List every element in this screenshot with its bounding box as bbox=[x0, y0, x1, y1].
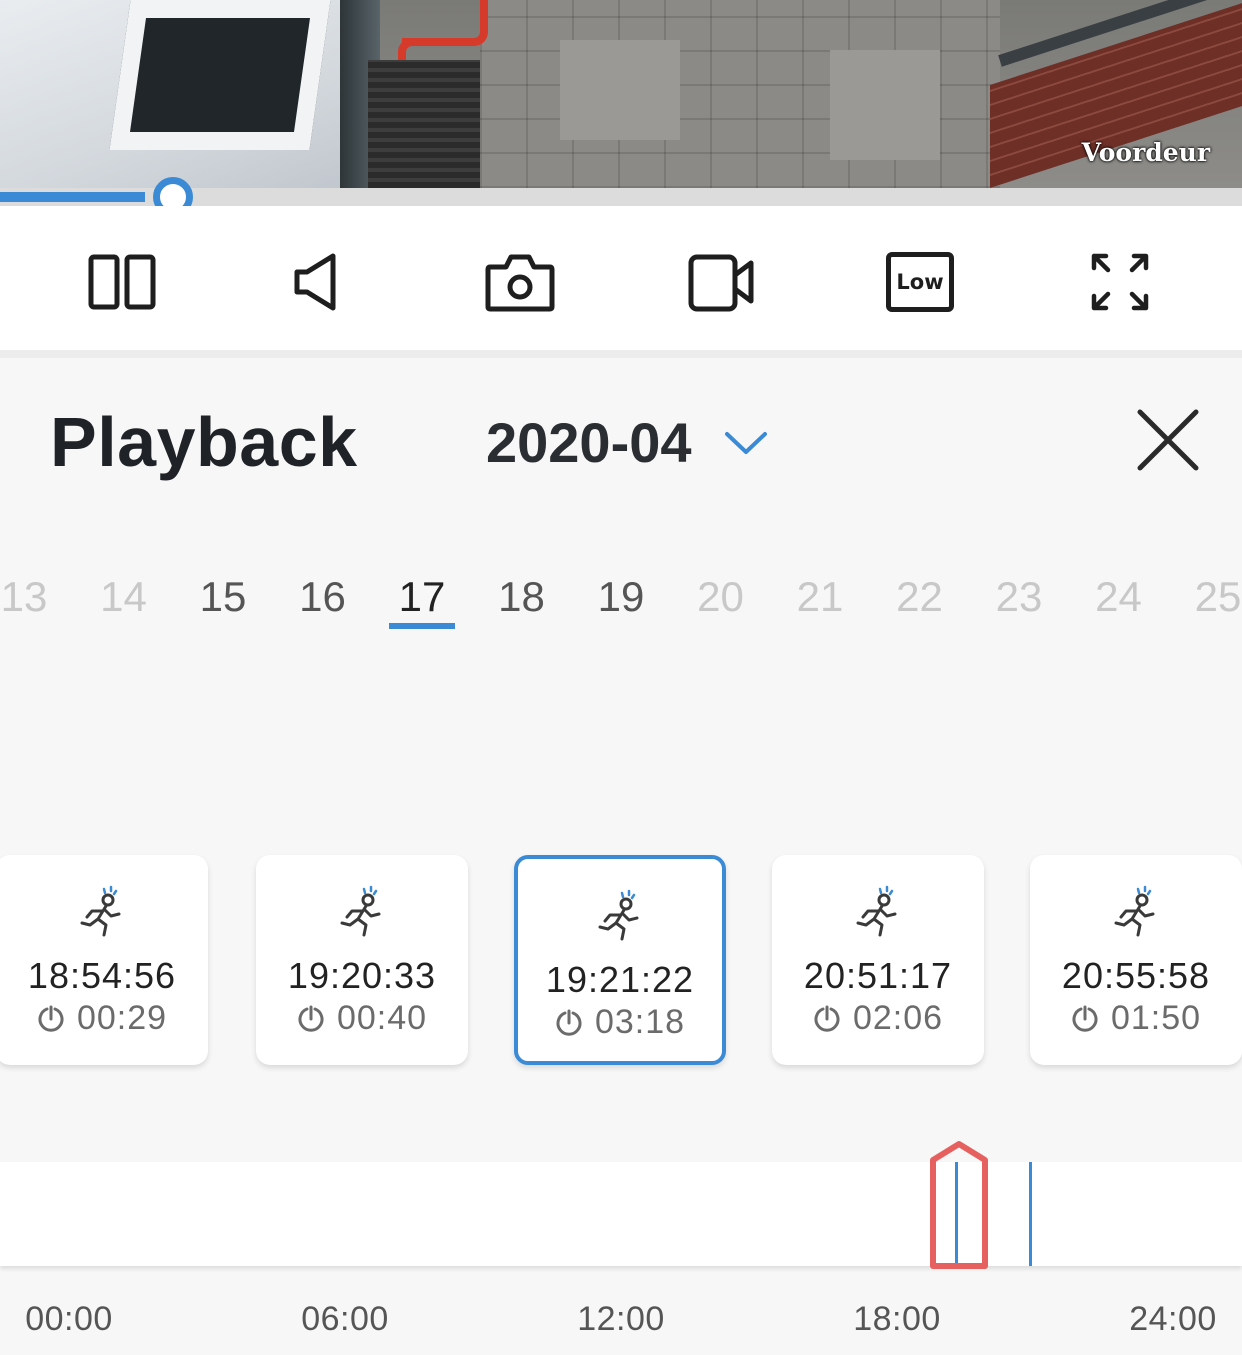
month-selector[interactable]: 2020-04 bbox=[486, 410, 768, 475]
playback-progress-slider[interactable] bbox=[0, 177, 1242, 217]
camera-label: Voordeur bbox=[1081, 138, 1210, 167]
event-card[interactable]: 19:20:33 00:40 bbox=[256, 855, 468, 1065]
event-time: 20:55:58 bbox=[1061, 955, 1211, 996]
quality-button[interactable]: Low bbox=[880, 242, 960, 322]
date-item[interactable]: 18 bbox=[472, 573, 572, 621]
date-item[interactable]: 14 bbox=[74, 573, 174, 621]
progress-fill bbox=[0, 192, 146, 202]
timeline-tick-label: 24:00 bbox=[1129, 1300, 1217, 1338]
event-duration-value: 01:50 bbox=[1110, 999, 1202, 1037]
event-time: 19:20:33 bbox=[287, 955, 437, 996]
section-divider bbox=[0, 350, 1242, 358]
date-item[interactable]: 23 bbox=[969, 573, 1069, 621]
clock-icon bbox=[814, 1005, 840, 1032]
date-item[interactable]: 16 bbox=[273, 573, 373, 621]
event-card[interactable]: 20:51:17 02:06 bbox=[772, 855, 984, 1065]
mute-button[interactable] bbox=[276, 242, 356, 322]
event-duration-value: 00:40 bbox=[336, 999, 428, 1037]
expand-icon bbox=[1091, 253, 1149, 311]
motion-zone-line bbox=[398, 38, 416, 60]
camera-feed[interactable]: Voordeur bbox=[0, 0, 1242, 188]
recording-mark bbox=[1028, 1162, 1032, 1266]
event-duration: 00:40 bbox=[256, 999, 468, 1038]
quality-badge-icon: Low bbox=[886, 252, 954, 312]
motion-icon bbox=[1114, 885, 1155, 937]
date-item[interactable]: 15 bbox=[173, 573, 273, 621]
event-list[interactable]: 18:54:56 00:29 19:20:33 00:40 19:21:22 03:18 2… bbox=[0, 852, 1242, 1072]
motion-icon bbox=[340, 885, 381, 937]
record-button[interactable] bbox=[682, 242, 762, 322]
split-view-icon bbox=[88, 254, 156, 310]
motion-icon bbox=[80, 885, 121, 937]
quality-label: Low bbox=[896, 270, 944, 294]
chevron-down-icon bbox=[724, 431, 767, 454]
date-item[interactable]: 20 bbox=[671, 573, 771, 621]
clock-icon bbox=[556, 1009, 582, 1036]
timeline-tick-label: 06:00 bbox=[301, 1300, 389, 1338]
close-icon bbox=[1137, 409, 1199, 471]
date-strip[interactable]: 13 14 15 16 17 18 19 20 21 22 23 24 25 bbox=[0, 565, 1242, 635]
selected-date-underline bbox=[389, 623, 455, 629]
event-duration: 01:50 bbox=[1030, 999, 1242, 1038]
event-duration-value: 00:29 bbox=[76, 999, 168, 1037]
video-camera-icon bbox=[688, 254, 754, 312]
event-card[interactable]: 18:54:56 00:29 bbox=[0, 855, 208, 1065]
paving-slab bbox=[560, 40, 680, 140]
event-time: 19:21:22 bbox=[545, 959, 695, 1000]
event-duration: 02:06 bbox=[772, 999, 984, 1038]
event-duration: 03:18 bbox=[518, 1003, 722, 1042]
date-item[interactable]: 13 bbox=[0, 573, 74, 621]
door-mat bbox=[368, 60, 480, 188]
event-card[interactable]: 20:55:58 01:50 bbox=[1030, 855, 1242, 1065]
fullscreen-button[interactable] bbox=[1080, 242, 1160, 322]
motion-icon bbox=[598, 889, 639, 941]
motion-icon bbox=[856, 885, 897, 937]
speaker-icon bbox=[294, 253, 336, 311]
window bbox=[109, 0, 331, 150]
close-button[interactable] bbox=[1130, 402, 1206, 478]
paving-slab bbox=[830, 50, 940, 160]
timeline-tick-label: 12:00 bbox=[577, 1300, 665, 1338]
date-item[interactable]: 21 bbox=[770, 573, 870, 621]
event-time: 20:51:17 bbox=[803, 955, 953, 996]
annotation-arrow-icon bbox=[930, 1141, 988, 1269]
date-item[interactable]: 25 bbox=[1168, 573, 1242, 621]
clock-icon bbox=[1072, 1005, 1098, 1032]
event-duration: 00:29 bbox=[0, 999, 208, 1038]
timeline-axis: 00:00 06:00 12:00 18:00 24:00 bbox=[0, 1300, 1242, 1340]
date-item[interactable]: 22 bbox=[870, 573, 970, 621]
event-duration-value: 02:06 bbox=[852, 999, 944, 1037]
page-title: Playback bbox=[50, 403, 358, 481]
date-item[interactable]: 19 bbox=[571, 573, 671, 621]
event-duration-value: 03:18 bbox=[594, 1003, 686, 1041]
date-item[interactable]: 24 bbox=[1069, 573, 1169, 621]
camera-icon bbox=[485, 254, 555, 312]
event-time: 18:54:56 bbox=[27, 955, 177, 996]
timeline-tick-label: 00:00 bbox=[25, 1300, 113, 1338]
clock-icon bbox=[38, 1005, 64, 1032]
event-card[interactable]: 19:21:22 03:18 bbox=[514, 855, 726, 1065]
timeline-tick-label: 18:00 bbox=[853, 1300, 941, 1338]
split-view-button[interactable] bbox=[82, 242, 162, 322]
month-label: 2020-04 bbox=[486, 411, 692, 474]
snapshot-button[interactable] bbox=[480, 242, 560, 322]
date-item[interactable]: 17 bbox=[372, 573, 472, 621]
day-timeline[interactable] bbox=[0, 1162, 1242, 1266]
player-controls: Low bbox=[0, 206, 1242, 350]
clock-icon bbox=[298, 1005, 324, 1032]
